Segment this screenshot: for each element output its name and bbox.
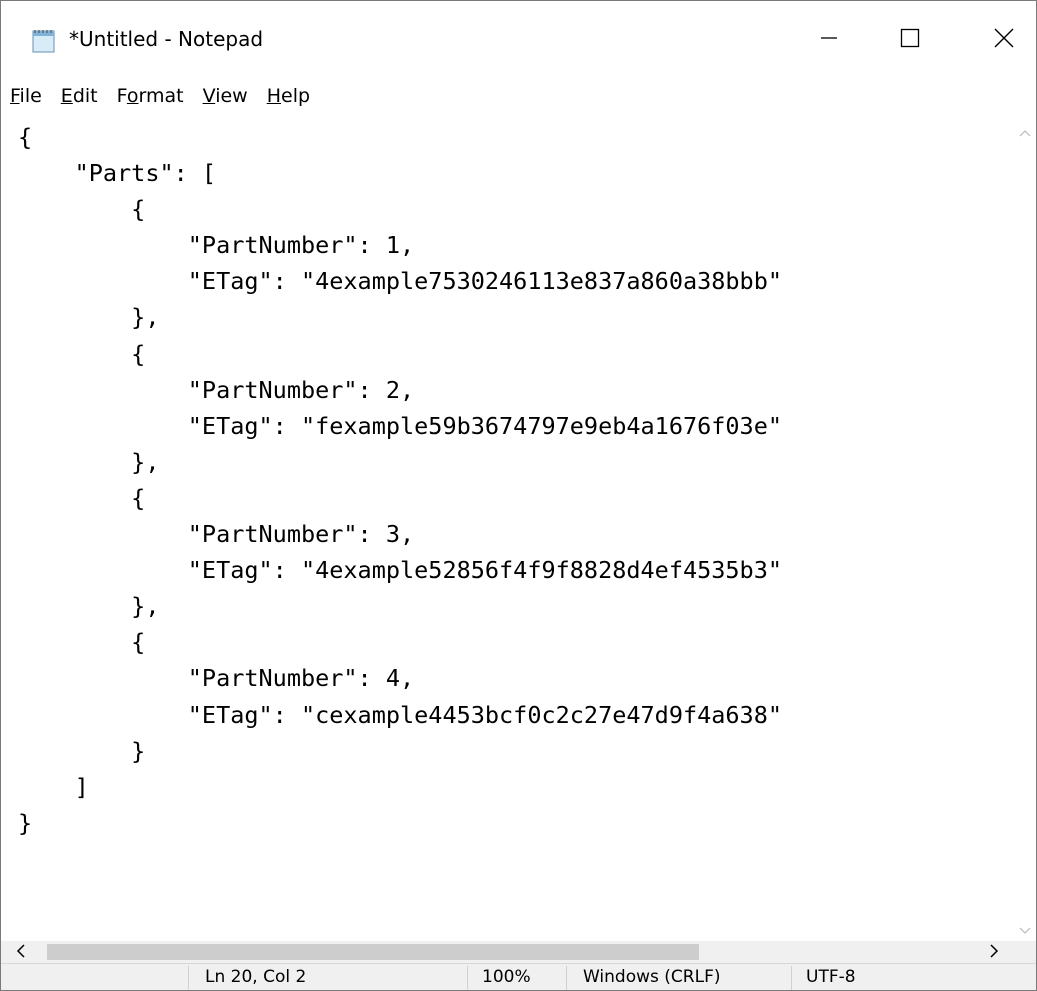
chevron-left-icon — [16, 943, 26, 962]
menu-edit-label: dit — [72, 85, 98, 107]
editor-line: }, — [18, 447, 160, 476]
close-button[interactable] — [957, 1, 1036, 79]
editor-line: { — [18, 339, 146, 368]
menu-view-accel: V — [202, 85, 216, 107]
status-line-ending: Windows (CRLF) — [583, 967, 721, 987]
status-divider — [566, 966, 567, 990]
editor-line: "PartNumber": 1, — [18, 231, 415, 260]
menu-help-accel: H — [266, 85, 281, 107]
editor-line: "ETag": "fexample59b3674797e9eb4a1676f03… — [18, 411, 783, 440]
maximize-icon — [899, 27, 921, 53]
menu-format-pre: F — [116, 85, 127, 107]
scrollbar-corner — [1014, 941, 1036, 963]
editor-content[interactable]: { "Parts": [ { "PartNumber": 1, "ETag": … — [18, 119, 782, 841]
menu-help-label: elp — [281, 85, 311, 107]
title-bar[interactable]: *Untitled - Notepad — [1, 1, 1036, 79]
window-title: *Untitled - Notepad — [69, 27, 264, 51]
menu-view[interactable]: View — [195, 81, 256, 111]
editor-line: "PartNumber": 3, — [18, 520, 415, 549]
editor-line: }, — [18, 303, 160, 332]
editor-line: "ETag": "4example52856f4f9f8828d4ef4535b… — [18, 556, 783, 585]
status-bar: Ln 20, Col 2 100% Windows (CRLF) UTF-8 — [1, 963, 1036, 990]
status-encoding: UTF-8 — [806, 967, 856, 987]
status-zoom: 100% — [482, 967, 531, 987]
editor-line: ] — [18, 772, 89, 801]
menu-bar: File Edit Format View Help — [1, 79, 1036, 113]
minimize-icon — [819, 28, 839, 52]
scroll-left-button[interactable] — [1, 941, 41, 963]
maximize-button[interactable] — [863, 1, 957, 79]
vertical-scrollbar[interactable] — [1014, 113, 1036, 941]
status-divider — [467, 966, 468, 990]
minimize-button[interactable] — [782, 1, 876, 79]
menu-help[interactable]: Help — [259, 81, 318, 111]
chevron-up-icon[interactable] — [1019, 123, 1031, 142]
menu-edit-accel: E — [60, 85, 73, 107]
editor-line: "PartNumber": 2, — [18, 375, 415, 404]
notepad-window: *Untitled - Notepad File Edit Format Vie… — [0, 0, 1037, 991]
menu-file-accel: F — [10, 85, 20, 107]
menu-format-label: rmat — [138, 85, 184, 107]
editor-line: "ETag": "4example7530246113e837a860a38bb… — [18, 267, 783, 296]
menu-view-label: iew — [215, 85, 248, 107]
status-cursor-position: Ln 20, Col 2 — [205, 967, 307, 987]
scrollbar-thumb[interactable] — [47, 944, 699, 960]
horizontal-scrollbar[interactable] — [1, 941, 1014, 963]
editor-line: "Parts": [ — [18, 159, 217, 188]
menu-format[interactable]: Format — [109, 81, 192, 111]
editor-line: "PartNumber": 4, — [18, 664, 415, 693]
status-divider — [791, 966, 792, 990]
editor-line: { — [18, 483, 146, 512]
editor-line: { — [18, 628, 146, 657]
editor-line: } — [18, 808, 33, 837]
editor-line: { — [18, 123, 33, 151]
editor-line: } — [18, 736, 146, 765]
menu-file[interactable]: File — [4, 81, 50, 111]
text-editor[interactable]: { "Parts": [ { "PartNumber": 1, "ETag": … — [1, 113, 1014, 941]
close-icon — [993, 27, 1015, 53]
menu-format-accel: o — [126, 85, 139, 107]
editor-line: }, — [18, 592, 160, 621]
chevron-down-icon[interactable] — [1019, 921, 1031, 940]
notepad-icon — [31, 28, 57, 54]
chevron-right-icon — [989, 943, 999, 962]
editor-line: { — [18, 195, 146, 224]
scroll-right-button[interactable] — [974, 941, 1014, 963]
status-divider — [188, 966, 189, 990]
editor-line: "ETag": "cexample4453bcf0c2c27e47d9f4a63… — [18, 700, 783, 729]
menu-file-label: ile — [19, 85, 42, 107]
menu-edit[interactable]: Edit — [53, 81, 106, 111]
